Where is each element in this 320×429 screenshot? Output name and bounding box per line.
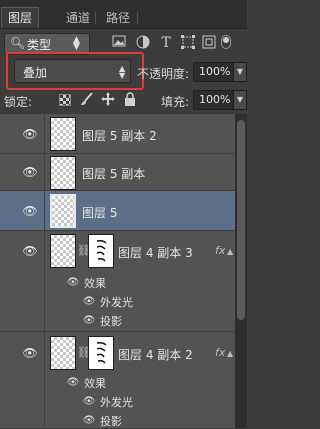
move-icon[interactable] [101,92,115,109]
layer-name[interactable]: 图层 4 副本 2 [118,346,193,363]
eye-icon[interactable]: 👁︎ [82,297,96,307]
tab-paths[interactable]: 路径 [100,8,136,28]
shape-filter-icon[interactable] [180,35,196,51]
opacity-input[interactable]: 100% [193,62,235,82]
fill-value: 100% [199,93,231,106]
layer-thumbnail[interactable] [50,117,76,151]
fx-icon[interactable]: fx [215,244,225,257]
scrollbar-thumb[interactable] [237,120,245,320]
lock-label: 锁定: [4,95,33,109]
lock-icon[interactable] [124,92,136,109]
layer-thumbnail[interactable] [50,194,76,228]
layer-thumbnail[interactable] [50,234,76,268]
eye-icon[interactable]: 👁︎ [82,316,96,326]
fx-icon[interactable]: fx [215,346,225,359]
eye-icon[interactable]: 👁︎ [22,166,38,178]
effects-label: 效果 [84,277,106,290]
layer-name[interactable]: 图层 5 [82,204,117,221]
opacity-label: 不透明度: [137,67,190,81]
link-chain-icon[interactable]: ⛓︎ [77,346,91,360]
layer-row[interactable]: 👁︎ 图层 5 副本 2 [0,114,235,154]
eye-icon[interactable]: 👁︎ [82,397,96,407]
tab-layers[interactable]: 图层 [1,7,40,28]
highlight-annotation [6,52,144,90]
eye-icon[interactable]: 👁︎ [22,205,38,217]
collapse-arrow-icon[interactable]: ▲ [227,349,233,358]
layer-row[interactable]: 👁︎ 图层 5 副本 [0,154,235,191]
filter-kind-label: 类型 [27,38,52,52]
opacity-value: 100% [199,65,231,78]
effect-item[interactable]: 外发光 [100,294,133,310]
lock-transparency-icon[interactable] [59,94,71,106]
divider [44,191,45,231]
chevron-updown-icon: ▲ ▼ [73,35,80,52]
filter-toggle[interactable] [221,35,231,49]
divider [44,114,45,154]
type-filter-icon[interactable]: T [158,35,174,51]
search-icon: 🔍︎ [10,36,26,50]
divider [44,231,45,332]
tab-separator [95,12,96,24]
effect-item[interactable]: 外发光 [100,394,133,410]
layer-thumbnail[interactable] [50,156,76,190]
tab-channels[interactable]: 通道 [60,8,96,28]
layer-row[interactable]: 👁︎ ⛓︎ 图层 4 副本 2 fx ▲ 👁︎ 效果 👁︎ 外发光 👁︎ 投影 [0,332,235,428]
layer-name[interactable]: 图层 4 副本 3 [118,244,193,261]
layer-thumbnail[interactable] [50,336,76,370]
eye-icon[interactable]: 👁︎ [22,245,38,257]
layer-row[interactable]: 👁︎ ⛓︎ 图层 4 副本 3 fx ▲ 👁︎ 效果 👁︎ 外发光 👁︎ 投影 [0,231,235,332]
adjustment-filter-icon[interactable] [135,35,151,51]
divider [44,332,45,428]
fill-input[interactable]: 100% [193,90,235,110]
link-chain-icon[interactable]: ⛓︎ [77,244,91,258]
eye-icon[interactable]: 👁︎ [22,128,38,140]
opacity-dropdown-button[interactable]: ▼ [233,62,247,82]
eye-icon[interactable]: 👁︎ [66,378,80,388]
brush-icon[interactable] [80,92,94,109]
fill-label: 填充: [161,95,190,109]
layer-name[interactable]: 图层 5 副本 [82,165,145,182]
layer-row-selected[interactable]: 👁︎ 图层 5 [0,191,235,231]
eye-icon[interactable]: 👁︎ [22,347,38,359]
layers-list: 👁︎ 图层 5 副本 2 👁︎ 图层 5 副本 👁︎ 图层 5 👁︎ ⛓︎ 图层… [0,114,235,428]
effect-item[interactable]: 投影 [100,413,122,429]
divider [44,154,45,191]
eye-icon[interactable]: 👁︎ [66,278,80,288]
effects-label: 效果 [84,377,106,390]
tab-separator [137,12,138,24]
image-filter-icon[interactable] [111,35,127,51]
collapse-arrow-icon[interactable]: ▲ [227,247,233,256]
smart-object-filter-icon[interactable] [201,35,217,51]
eye-icon[interactable]: 👁︎ [82,416,96,426]
layer-mask-thumbnail[interactable] [88,336,114,370]
layer-mask-thumbnail[interactable] [88,234,114,268]
fill-dropdown-button[interactable]: ▼ [233,90,247,110]
effect-item[interactable]: 投影 [100,313,122,329]
layer-name[interactable]: 图层 5 副本 2 [82,127,157,144]
